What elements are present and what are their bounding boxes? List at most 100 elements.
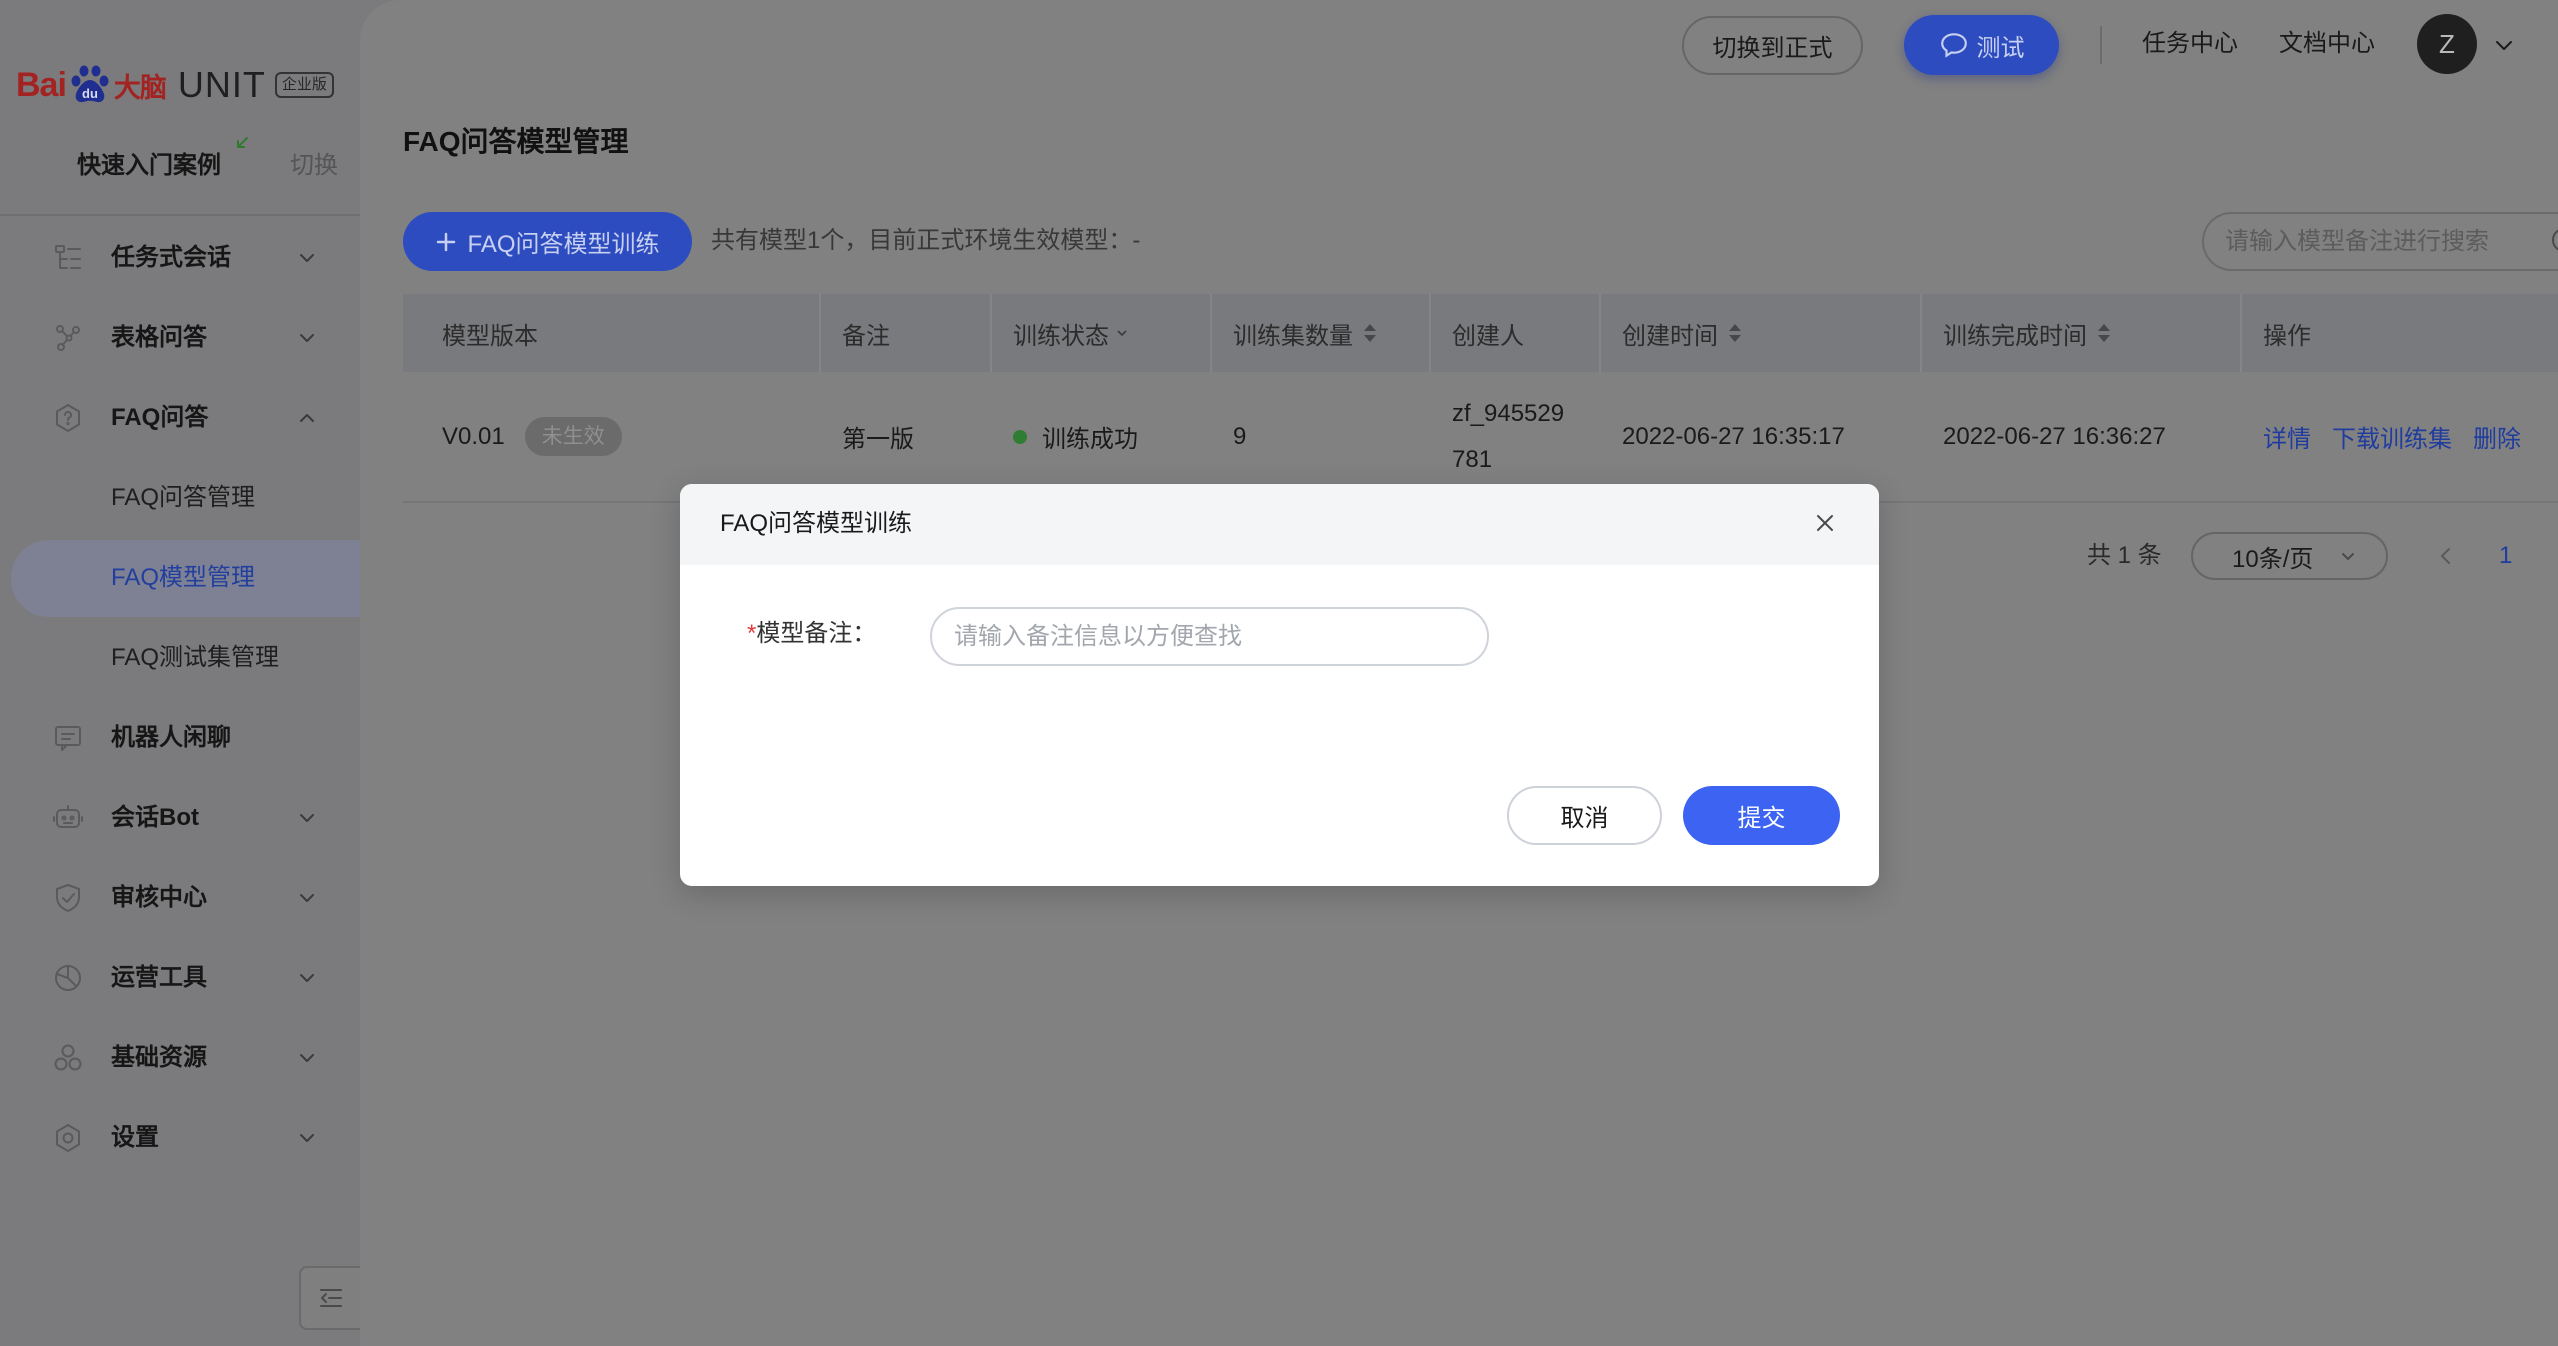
status-badge: 未生效 [524,417,622,456]
success-dot-icon [1013,429,1027,444]
plus-icon [435,231,457,253]
search-box [2202,212,2558,271]
chevron-down-icon [2339,547,2357,565]
search-icon[interactable] [2550,226,2558,256]
sidebar-item-ops-tools[interactable]: 运营工具 [0,938,360,1018]
chat-box-icon [52,722,84,754]
model-summary: 共有模型1个，目前正式环境生效模型：- [711,227,1141,254]
cancel-button[interactable]: 取消 [1507,786,1662,845]
sidebar-item-review[interactable]: 审核中心 [0,858,360,938]
cell-created-time: 2022-06-27 16:35:17 [1599,372,1920,503]
sidebar-menu: 任务式会话 表格问答 FAQ问答 FAQ问答管理 FAQ模型管理 FAQ测试集管… [0,218,360,1178]
edition-badge: 企业版 [274,72,334,98]
shield-icon [52,882,84,914]
paw-icon: du [67,62,113,108]
column-header[interactable]: 训练集数量 [1210,294,1429,372]
sort-icon[interactable] [1728,321,1742,345]
cell-train-count: 9 [1210,372,1429,503]
column-header[interactable]: 训练状态 [990,294,1210,372]
sidebar-item-resources[interactable]: 基础资源 [0,1018,360,1098]
page-size-select[interactable]: 10条/页 [2191,532,2388,580]
resources-icon [52,1042,84,1074]
sidebar-item-settings[interactable]: 设置 [0,1098,360,1178]
sidebar-item-label: 表格问答 [111,324,207,351]
submit-button[interactable]: 提交 [1683,786,1840,845]
chevron-down-icon [296,807,318,829]
collapse-sidebar-button[interactable] [299,1266,360,1330]
sidebar-item-table-qa[interactable]: 表格问答 [0,298,360,378]
svg-text:du: du [82,86,98,101]
column-header: 操作 [2240,294,2558,372]
sidebar-item-bot[interactable]: 会话Bot [0,778,360,858]
sidebar: Bai du 大脑 UNIT 企业版 快速入门案例 切换 任务式会话 表格问答 … [0,0,360,1346]
train-model-label: FAQ问答模型训练 [467,231,660,258]
chevron-down-icon [296,967,318,989]
test-button-label: 测试 [1976,34,2025,62]
doc-center-link[interactable]: 文档中心 [2279,24,2375,64]
sidebar-item-task-dialog[interactable]: 任务式会话 [0,218,360,298]
train-model-button[interactable]: FAQ问答模型训练 [403,212,692,271]
sidebar-subitem-faq-testset-manage[interactable]: FAQ测试集管理 [0,618,360,698]
chevron-down-icon [296,1047,318,1069]
settings-icon [52,1122,84,1154]
model-table: 模型版本 备注 训练状态 训练集数量 创建人 创建时间 训练完成时间 操作 V0… [403,294,2558,503]
page-title: FAQ问答模型管理 [403,126,629,157]
sidebar-item-label: FAQ问答管理 [111,484,256,511]
quick-start-link[interactable]: 快速入门案例 [77,146,221,186]
cell-actions: 详情 下载训练集 删除 [2240,372,2558,503]
cell-finished-time: 2022-06-27 16:36:27 [1920,372,2240,503]
train-model-dialog: FAQ问答模型训练 *模型备注： 取消 提交 [680,484,1879,886]
model-note-input[interactable] [930,607,1489,666]
column-header[interactable]: 创建时间 [1599,294,1920,372]
sort-icon[interactable] [2097,321,2111,345]
chevron-down-icon [296,887,318,909]
sidebar-item-label: 会话Bot [111,804,199,831]
collapse-icon [316,1283,346,1313]
filter-chevron-icon[interactable] [1115,326,1129,340]
column-header: 备注 [819,294,990,372]
sidebar-subitem-faq-manage[interactable]: FAQ问答管理 [0,458,360,538]
chevron-down-icon [296,327,318,349]
sidebar-subitem-faq-model-manage[interactable]: FAQ模型管理 [0,538,360,618]
sort-icon[interactable] [1363,321,1377,345]
pie-chart-icon [52,962,84,994]
cell-status: 训练成功 [990,372,1210,503]
page-size-value: 10条/页 [2232,545,2314,573]
delete-link[interactable]: 删除 [2473,426,2521,453]
logo[interactable]: Bai du 大脑 UNIT 企业版 [16,57,334,113]
sidebar-item-chitchat[interactable]: 机器人闲聊 [0,698,360,778]
table-header-row: 模型版本 备注 训练状态 训练集数量 创建人 创建时间 训练完成时间 操作 [403,294,2558,372]
search-input[interactable] [2204,214,2544,269]
chevron-down-icon [296,247,318,269]
current-page[interactable]: 1 [2499,536,2512,576]
cell-version: V0.01 未生效 [403,372,819,503]
flow-icon [52,242,84,274]
header-divider [2100,26,2102,64]
task-center-link[interactable]: 任务中心 [2142,24,2238,64]
switch-to-production-button[interactable]: 切换到正式 [1682,16,1863,75]
dialog-title: FAQ问答模型训练 [720,510,913,537]
sidebar-item-label: 基础资源 [111,1044,207,1071]
robot-icon [52,802,84,834]
sidebar-item-label: 设置 [111,1124,159,1151]
close-icon[interactable] [1812,510,1838,536]
logo-brand-cn: 大脑 [113,72,167,103]
chevron-down-icon[interactable] [2492,33,2516,57]
sidebar-item-label: 任务式会话 [111,244,231,271]
column-header[interactable]: 训练完成时间 [1920,294,2240,372]
switch-link[interactable]: 切换 [290,146,338,186]
sidebar-item-faq[interactable]: FAQ问答 [0,378,360,458]
avatar[interactable]: Z [2417,14,2477,74]
nodes-icon [52,322,84,354]
chat-bubble-icon [1939,30,1969,60]
column-header: 模型版本 [403,294,819,372]
chevron-down-icon [296,1127,318,1149]
sidebar-item-label: 审核中心 [111,884,207,911]
faq-hexagon-icon [52,402,84,434]
test-button[interactable]: 测试 [1904,15,2059,75]
cell-note: 第一版 [819,372,990,503]
chevron-left-icon[interactable] [2434,544,2458,568]
chevron-up-icon [296,407,318,429]
detail-link[interactable]: 详情 [2263,426,2311,453]
download-trainset-link[interactable]: 下载训练集 [2332,426,2452,453]
